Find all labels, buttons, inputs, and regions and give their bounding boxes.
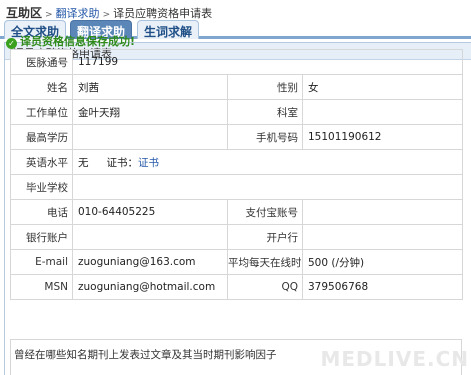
english-level-cell: 无 证书：证书 — [71, 149, 464, 175]
table-row: 电话 010-64405225 支付宝账号 — [10, 199, 464, 225]
certificate-label: 证书： — [106, 156, 139, 169]
education-label: 最高学历 — [10, 124, 73, 150]
table-row: 最高学历 手机号码 15101190612 — [10, 124, 464, 150]
table-row: 毕业学校 — [10, 174, 464, 200]
msn-value: zuoguniang@hotmail.com — [72, 274, 228, 300]
qq-value: 379506768 — [301, 274, 464, 300]
phone-label: 电话 — [10, 199, 73, 225]
employer-label: 工作单位 — [10, 99, 73, 125]
watermark-logo: MEDLIVE.CN — [320, 347, 469, 371]
department-label: 科室 — [227, 99, 303, 125]
gender-value: 女 — [301, 74, 464, 100]
table-row: 医脉通号 117199 — [10, 49, 464, 75]
member-id-value: 117199 — [71, 49, 464, 75]
online-time-label: 平均每天在线时间 — [227, 249, 303, 275]
table-row: E-mail zuoguniang@163.com 平均每天在线时间 500 (… — [10, 249, 464, 275]
department-value — [301, 99, 464, 125]
bank-branch-label: 开户行 — [227, 224, 303, 250]
application-form-table: 医脉通号 117199 姓名 刘茜 性别 女 工作单位 金叶天翔 科室 最高学历… — [10, 49, 464, 300]
english-level-value: 无 — [78, 156, 89, 169]
name-value: 刘茜 — [72, 74, 228, 100]
online-time-value: 500 (/分钟) — [301, 249, 464, 275]
education-value — [72, 124, 228, 150]
breadcrumb-current: 译员应聘资格申请表 — [113, 7, 213, 20]
member-id-label: 医脉通号 — [10, 49, 73, 75]
employer-value: 金叶天翔 — [72, 99, 228, 125]
qq-label: QQ — [227, 274, 303, 300]
alipay-label: 支付宝账号 — [227, 199, 303, 225]
table-row: MSN zuoguniang@hotmail.com QQ 379506768 — [10, 274, 464, 300]
breadcrumb-section-link[interactable]: 翻译求助 — [56, 7, 100, 20]
breadcrumb: 互助区 > 翻译求助 > 译员应聘资格申请表 — [0, 0, 471, 20]
breadcrumb-separator-icon: > — [45, 10, 53, 20]
email-value: zuoguniang@163.com — [72, 249, 228, 275]
breadcrumb-separator-icon: > — [102, 10, 111, 20]
msn-label: MSN — [10, 274, 73, 300]
table-row: 银行账户 开户行 — [10, 224, 464, 250]
table-row: 姓名 刘茜 性别 女 — [10, 74, 464, 100]
certificate-link[interactable]: 证书 — [138, 157, 159, 169]
success-text: 译员资格信息保存成功! — [20, 35, 136, 48]
table-row: 工作单位 金叶天翔 科室 — [10, 99, 464, 125]
gender-label: 性别 — [227, 74, 303, 100]
mobile-label: 手机号码 — [227, 124, 303, 150]
bank-account-label: 银行账户 — [10, 224, 73, 250]
success-message: ✓ 译员资格信息保存成功! — [6, 33, 136, 49]
breadcrumb-home[interactable]: 互助区 — [6, 6, 42, 20]
email-label: E-mail — [10, 249, 73, 275]
english-level-label: 英语水平 — [10, 149, 73, 175]
name-label: 姓名 — [10, 74, 73, 100]
bank-branch-value — [301, 224, 464, 250]
school-label: 毕业学校 — [10, 174, 73, 200]
mobile-value: 15101190612 — [301, 124, 464, 150]
alipay-value — [301, 199, 464, 225]
school-value — [71, 174, 464, 200]
bank-account-value — [72, 224, 228, 250]
tab-vocabulary-help[interactable]: 生词求解 — [137, 20, 199, 39]
check-circle-icon: ✓ — [6, 38, 17, 49]
phone-value: 010-64405225 — [72, 199, 228, 225]
table-row: 英语水平 无 证书：证书 — [10, 149, 464, 175]
